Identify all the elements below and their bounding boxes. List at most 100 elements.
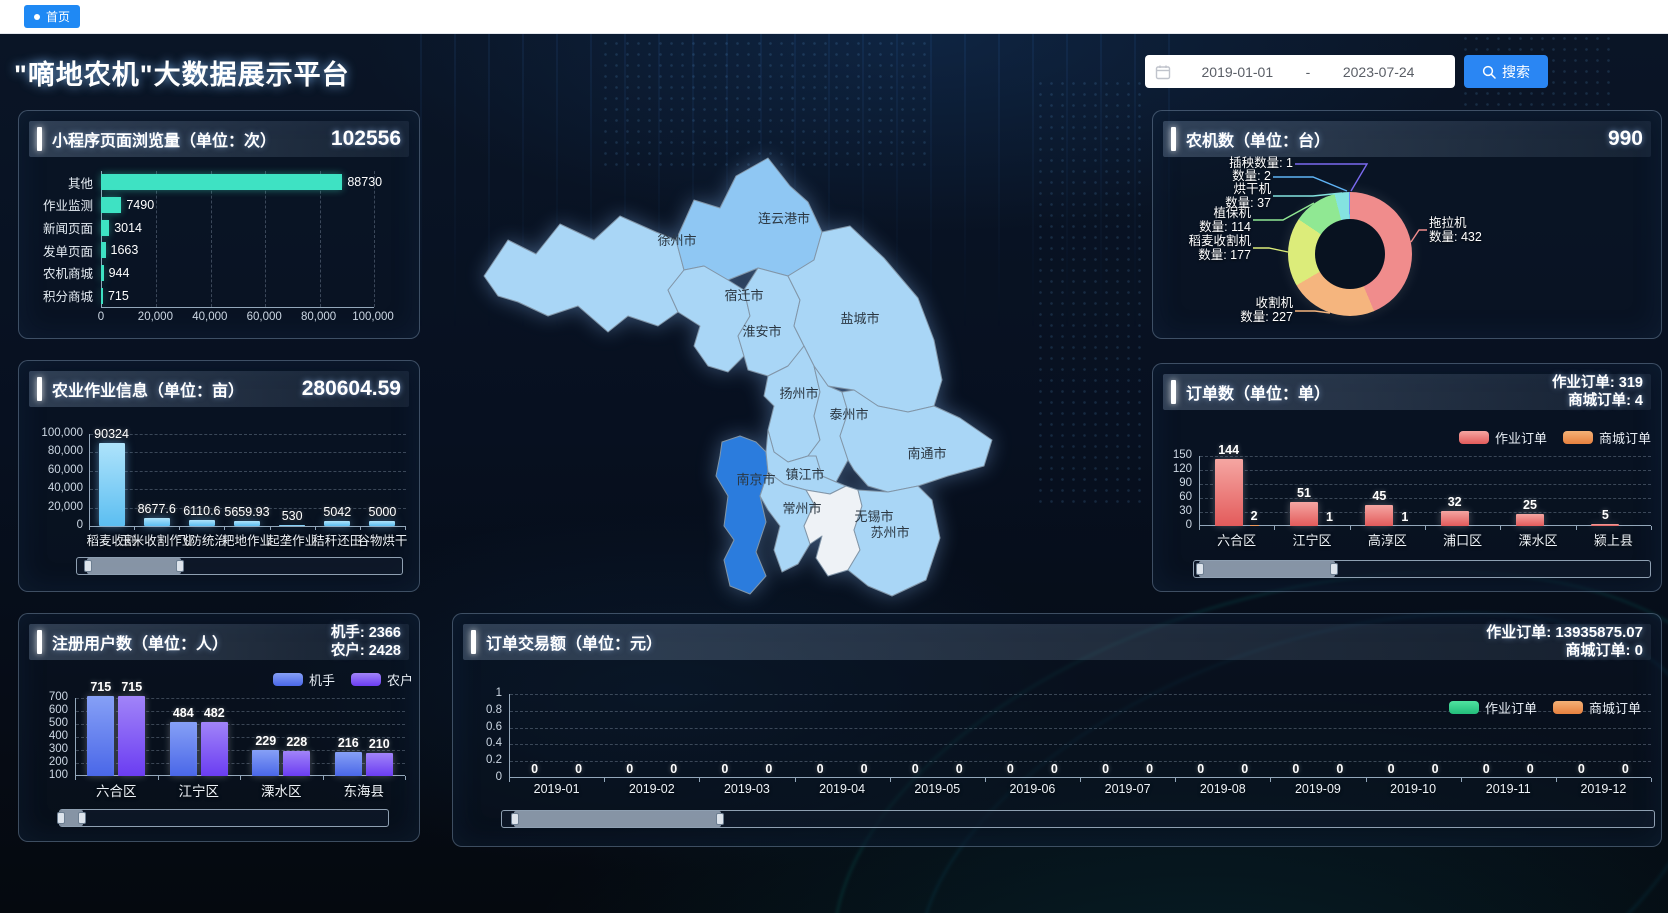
category-label: 2019-10: [1390, 782, 1436, 796]
axis-tick-label: 600: [19, 704, 68, 716]
bar-value: 45: [1372, 489, 1386, 503]
pie-label-line: 烘干机: [1183, 183, 1271, 197]
bar[interactable]: [324, 521, 350, 526]
map-region-suqian[interactable]: [668, 266, 750, 372]
bar-value: 482: [204, 706, 225, 720]
bar[interactable]: [283, 751, 310, 776]
category-label: 耙地作业: [222, 530, 272, 549]
bar-value: 1: [1401, 510, 1408, 524]
category-label: 起垄作业: [267, 530, 317, 549]
bar[interactable]: [189, 520, 215, 526]
bar[interactable]: [101, 174, 342, 190]
c-orders-datazoom-grip-left[interactable]: [1196, 563, 1204, 575]
gridline: [1200, 512, 1651, 513]
map-label-yangzhou: 扬州市: [779, 386, 818, 401]
c-orders-datazoom-grip-right[interactable]: [1330, 563, 1338, 575]
axis-tick: [1274, 526, 1275, 530]
axis-tick-label: 500: [19, 717, 68, 729]
bar-value: 228: [286, 735, 307, 749]
legend-pill: [273, 673, 303, 686]
home-tab[interactable]: 首页: [24, 5, 80, 28]
map-region-nanjing[interactable]: [716, 436, 768, 594]
legend-item-作业订单[interactable]: 作业订单: [1449, 698, 1537, 717]
bar[interactable]: [279, 525, 305, 527]
category-label: 江宁区: [1292, 530, 1331, 549]
bar[interactable]: [101, 288, 103, 304]
c-orders-datazoom-handle[interactable]: [1199, 561, 1336, 577]
axis-tick: [1500, 526, 1501, 530]
pie-label-line: 数量: 114: [1163, 221, 1251, 235]
bar[interactable]: [1441, 511, 1469, 526]
map-label-wuxi: 无锡市: [854, 509, 893, 524]
map-label-xuzhou: 徐州市: [657, 233, 696, 248]
bar[interactable]: [369, 521, 395, 526]
c-users-datazoom-grip-left[interactable]: [57, 812, 65, 824]
axis-tick-label: 100: [19, 769, 68, 781]
bar[interactable]: [234, 521, 260, 526]
c-trans-datazoom-grip-left[interactable]: [511, 813, 519, 825]
farmwork-datazoom-grip-right[interactable]: [176, 560, 184, 572]
map-region-suzhou[interactable]: [848, 486, 940, 596]
axis-tick-label: 90: [1153, 477, 1192, 489]
bar-value: 0: [1197, 762, 1204, 776]
bar[interactable]: [1250, 525, 1259, 526]
legend-item-农户[interactable]: 农户: [351, 670, 413, 689]
date-range-picker[interactable]: 2019-01-01 - 2023-07-24: [1145, 55, 1455, 88]
pie-label: 烘干机数量: 37: [1183, 183, 1271, 210]
bar[interactable]: [1290, 502, 1318, 526]
c-trans-datazoom-track[interactable]: [501, 810, 1655, 828]
farmwork-datazoom-track[interactable]: [76, 557, 403, 575]
calendar-icon[interactable]: [1155, 64, 1171, 80]
bar[interactable]: [335, 752, 362, 776]
search-button[interactable]: 搜索: [1464, 55, 1548, 88]
legend-item-作业订单[interactable]: 作业订单: [1459, 428, 1547, 447]
c-trans-datazoom-handle[interactable]: [514, 811, 721, 827]
bar[interactable]: [1365, 505, 1393, 526]
legend-item-商城订单[interactable]: 商城订单: [1563, 428, 1651, 447]
bar[interactable]: [252, 750, 279, 776]
bar[interactable]: [101, 220, 109, 236]
bar[interactable]: [101, 197, 121, 213]
axis-tick: [405, 776, 406, 780]
c-users-datazoom-handle[interactable]: [60, 810, 83, 826]
date-end-value[interactable]: 2023-07-24: [1312, 64, 1445, 80]
gridline: [90, 452, 406, 453]
bar[interactable]: [201, 722, 228, 776]
pie-label-line: 数量: 432: [1429, 231, 1539, 245]
bar[interactable]: [101, 242, 106, 258]
machines-donut[interactable]: [1288, 192, 1412, 316]
bar[interactable]: [99, 443, 125, 526]
c-orders-datazoom-track[interactable]: [1193, 560, 1651, 578]
map-region-xuzhou[interactable]: [484, 216, 684, 332]
farmwork-datazoom-grip-left[interactable]: [84, 560, 92, 572]
bar-value: 0: [1292, 762, 1299, 776]
bar[interactable]: [144, 518, 170, 526]
c-trans-datazoom-grip-right[interactable]: [716, 813, 724, 825]
axis-tick: [1175, 778, 1176, 782]
bar[interactable]: [118, 696, 145, 776]
axis-tick: [1651, 778, 1652, 782]
axis-tick: [795, 778, 796, 782]
bar[interactable]: [101, 265, 104, 281]
bar[interactable]: [87, 696, 114, 776]
c-users-datazoom-track[interactable]: [59, 809, 389, 827]
bar-value: 0: [1622, 762, 1629, 776]
bar[interactable]: [170, 722, 197, 776]
bar-value: 0: [1432, 762, 1439, 776]
legend-item-机手[interactable]: 机手: [273, 670, 335, 689]
donut-hole: [1315, 219, 1385, 289]
category-label: 2019-03: [724, 782, 770, 796]
legend-label: 作业订单: [1495, 428, 1547, 447]
date-start-value[interactable]: 2019-01-01: [1171, 64, 1304, 80]
farmwork-datazoom-handle[interactable]: [87, 558, 181, 574]
bar[interactable]: [366, 753, 393, 776]
bar[interactable]: [1215, 459, 1243, 526]
plot-frame: [1199, 456, 1651, 526]
legend-item-商城订单[interactable]: 商城订单: [1553, 698, 1641, 717]
c-users-datazoom-grip-right[interactable]: [78, 812, 86, 824]
pageviews-rows: 其他88730作业监测7490新闻页面3014发单页面1663农机商城944积分…: [31, 171, 409, 307]
bar[interactable]: [1591, 524, 1619, 526]
bar-value: 0: [670, 762, 677, 776]
gridline: [90, 471, 406, 472]
bar[interactable]: [1516, 514, 1544, 526]
